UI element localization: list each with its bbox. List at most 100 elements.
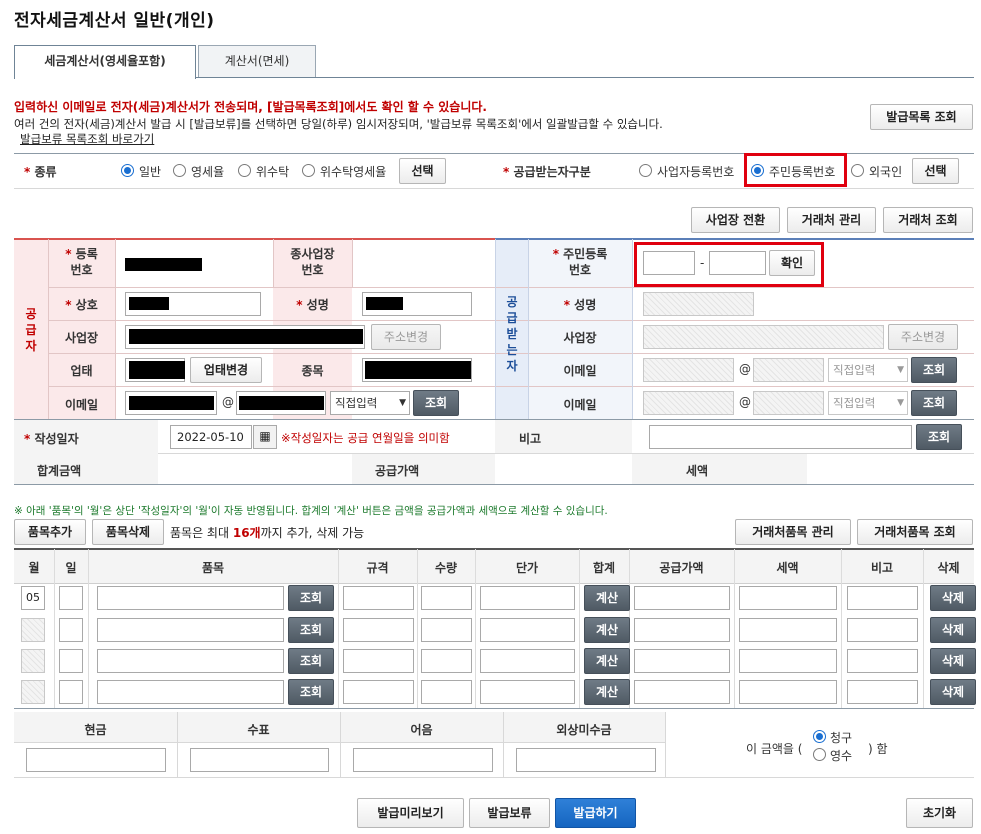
item-name-input[interactable]: [97, 680, 284, 704]
item-delete-button[interactable]: 삭제: [930, 585, 976, 611]
receiver-email-domain-select[interactable]: 직접입력 ▼: [828, 358, 908, 382]
workplace-switch-button[interactable]: 사업장 전환: [691, 207, 780, 233]
item-day-input[interactable]: [59, 586, 83, 610]
item-day-input[interactable]: [59, 618, 83, 642]
receiver-email-id-input[interactable]: [643, 358, 734, 382]
receiver-email2-domain-input[interactable]: [753, 391, 824, 415]
payment-check-label: 수표: [247, 723, 270, 737]
receiver-email-search-button[interactable]: 조회: [911, 357, 957, 383]
supplier-address-change-button[interactable]: 주소변경: [371, 324, 441, 350]
item-tax-input[interactable]: [739, 649, 837, 673]
receiver-address-input[interactable]: [643, 325, 884, 349]
receiver-radio-foreigner[interactable]: [851, 164, 864, 177]
item-supply-input[interactable]: [634, 618, 730, 642]
item-day-input[interactable]: [59, 649, 83, 673]
remark-search-button[interactable]: 조회: [916, 424, 962, 450]
hold-list-link[interactable]: 발급보류 목록조회 바로가기: [20, 131, 154, 147]
issue-list-button[interactable]: 발급목록 조회: [870, 104, 973, 130]
date-input[interactable]: 2022-05-10: [170, 425, 252, 449]
issue-button[interactable]: 발급하기: [555, 798, 636, 828]
item-delete-button[interactable]: 삭제: [930, 648, 976, 674]
item-qty-input[interactable]: [421, 649, 472, 673]
receiver-email2-id-input[interactable]: [643, 391, 734, 415]
type-radio-zero-rate[interactable]: [173, 164, 186, 177]
item-calc-button[interactable]: 계산: [584, 679, 630, 705]
item-supply-input[interactable]: [634, 680, 730, 704]
item-month-cell: [21, 649, 45, 673]
item-search-button[interactable]: 조회: [288, 648, 334, 674]
item-remark-input[interactable]: [847, 649, 918, 673]
item-spec-input[interactable]: [343, 680, 414, 704]
receiver-email2-search-button[interactable]: 조회: [911, 390, 957, 416]
payment-note-input[interactable]: [353, 748, 493, 772]
supplier-business-change-button[interactable]: 업태변경: [190, 357, 262, 383]
receiver-radio-business[interactable]: [639, 164, 652, 177]
client-manage-button[interactable]: 거래처 관리: [787, 207, 876, 233]
item-tax-input[interactable]: [739, 586, 837, 610]
item-search-button[interactable]: 조회: [288, 679, 334, 705]
payment-radio-receipt[interactable]: [813, 748, 826, 761]
type-select-button[interactable]: 선택: [399, 158, 446, 184]
item-delete-button[interactable]: 삭제: [930, 617, 976, 643]
supplier-email-domain-select[interactable]: 직접입력 ▼: [330, 391, 410, 415]
client-item-search-button[interactable]: 거래처품목 조회: [857, 519, 973, 545]
client-search-button[interactable]: 거래처 조회: [883, 207, 973, 233]
payment-cash-input[interactable]: [26, 748, 166, 772]
preview-button[interactable]: 발급미리보기: [357, 798, 464, 828]
item-calc-button[interactable]: 계산: [584, 617, 630, 643]
item-unit-price-input[interactable]: [480, 586, 575, 610]
payment-credit-label: 외상미수금: [556, 723, 612, 737]
type-radio-consignment-zero[interactable]: [302, 164, 315, 177]
item-search-button[interactable]: 조회: [288, 585, 334, 611]
item-calc-button[interactable]: 계산: [584, 585, 630, 611]
item-qty-input[interactable]: [421, 618, 472, 642]
add-item-button[interactable]: 품목추가: [14, 519, 86, 545]
client-item-manage-button[interactable]: 거래처품목 관리: [735, 519, 851, 545]
item-supply-input[interactable]: [634, 586, 730, 610]
reset-button[interactable]: 초기화: [906, 798, 973, 828]
tax-amount-label: 세액: [686, 464, 709, 478]
supplier-name-label: * 성명: [296, 298, 329, 312]
item-supply-input[interactable]: [634, 649, 730, 673]
tab-tax-invoice[interactable]: 세금계산서(영세율포함): [14, 45, 196, 79]
item-delete-button[interactable]: 삭제: [930, 679, 976, 705]
item-name-input[interactable]: [97, 649, 284, 673]
payment-radio-claim[interactable]: [813, 730, 826, 743]
receiver-select-button[interactable]: 선택: [912, 158, 959, 184]
item-unit-price-input[interactable]: [480, 649, 575, 673]
item-spec-input[interactable]: [343, 649, 414, 673]
supplier-email-search-button[interactable]: 조회: [413, 390, 459, 416]
calendar-icon[interactable]: ▦: [253, 425, 277, 449]
item-spec-input[interactable]: [343, 586, 414, 610]
item-remark-input[interactable]: [847, 618, 918, 642]
receiver-address-change-button[interactable]: 주소변경: [888, 324, 958, 350]
item-day-input[interactable]: [59, 680, 83, 704]
item-unit-price-input[interactable]: [480, 618, 575, 642]
item-month-cell[interactable]: 05: [21, 586, 45, 610]
hold-button[interactable]: 발급보류: [469, 798, 550, 828]
item-name-input[interactable]: [97, 618, 284, 642]
item-month-cell: [21, 618, 45, 642]
item-calc-button[interactable]: 계산: [584, 648, 630, 674]
item-qty-input[interactable]: [421, 680, 472, 704]
delete-item-button[interactable]: 품목삭제: [92, 519, 164, 545]
item-remark-input[interactable]: [847, 586, 918, 610]
item-name-input[interactable]: [97, 586, 284, 610]
payment-credit-input[interactable]: [516, 748, 656, 772]
payment-check-input[interactable]: [190, 748, 329, 772]
receiver-email-domain-input[interactable]: [753, 358, 824, 382]
receiver-name-input[interactable]: [643, 292, 754, 316]
item-remark-input[interactable]: [847, 680, 918, 704]
payment-amount-prefix: 이 금액을 (: [746, 742, 803, 756]
receiver-email2-domain-select[interactable]: 직접입력 ▼: [828, 391, 908, 415]
item-spec-input[interactable]: [343, 618, 414, 642]
remark-input[interactable]: [649, 425, 912, 449]
item-search-button[interactable]: 조회: [288, 617, 334, 643]
item-qty-input[interactable]: [421, 586, 472, 610]
item-unit-price-input[interactable]: [480, 680, 575, 704]
item-tax-input[interactable]: [739, 618, 837, 642]
item-tax-input[interactable]: [739, 680, 837, 704]
type-radio-general[interactable]: [121, 164, 134, 177]
type-radio-consignment[interactable]: [238, 164, 251, 177]
tab-invoice[interactable]: 계산서(면세): [198, 45, 316, 78]
